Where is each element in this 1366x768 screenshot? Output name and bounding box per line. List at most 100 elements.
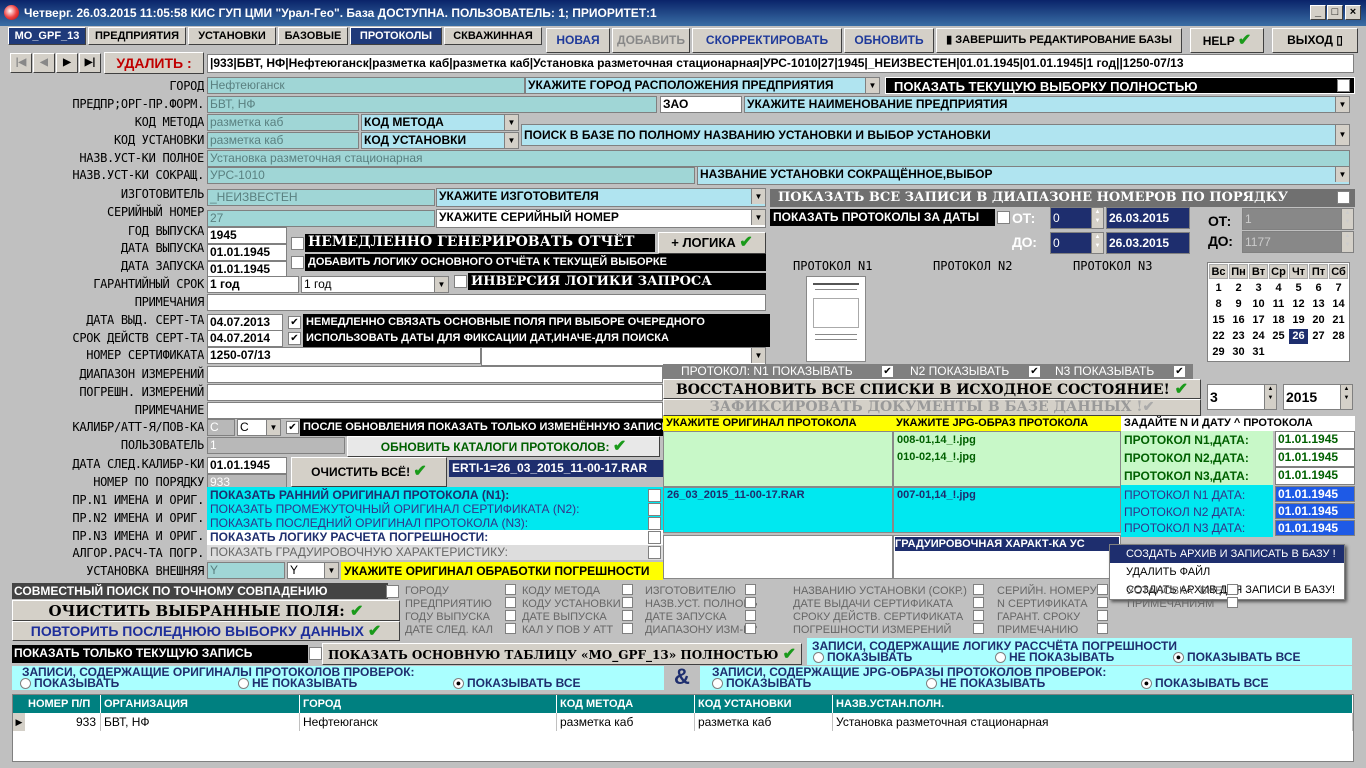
filter-checkbox[interactable] bbox=[622, 610, 633, 621]
maker-dropdown[interactable]: УКАЖИТЕ ИЗГОТОВИТЕЛЯ ▼ bbox=[436, 188, 766, 207]
row-selector-icon[interactable]: ▶ bbox=[13, 713, 25, 731]
show-n2-checkbox[interactable]: ✔ bbox=[1028, 365, 1041, 378]
show-all-checkbox[interactable] bbox=[1337, 79, 1350, 92]
calendar-date[interactable]: 1 bbox=[1209, 281, 1228, 296]
to-order-field[interactable]: 1177 ▲ ▼ bbox=[1242, 231, 1354, 253]
restore-lists-button[interactable]: ВОССТАНОВИТЬ ВСЕ СПИСКИ В ИСХОДНОЕ СОСТО… bbox=[663, 379, 1201, 399]
fix-docs-button[interactable]: ЗАФИКСИРОВАТЬ ДОКУМЕНТЫ В БАЗЕ ДАННЫХ !✔ bbox=[663, 399, 1201, 416]
release-date-field[interactable]: 01.01.1945 bbox=[207, 244, 287, 261]
calendar-date[interactable]: 20 bbox=[1309, 313, 1328, 328]
range-field[interactable] bbox=[207, 366, 663, 383]
orig-all-radio[interactable]: ● bbox=[453, 678, 464, 689]
tab-installations[interactable]: УСТАНОВКИ bbox=[188, 27, 276, 45]
calendar-date[interactable]: 12 bbox=[1289, 297, 1308, 312]
calendar-date[interactable]: 15 bbox=[1209, 313, 1228, 328]
jpg-file-3[interactable]: 007-01,14_!.jpg bbox=[897, 489, 976, 501]
show-logic-checkbox[interactable] bbox=[648, 531, 661, 544]
notes-field[interactable] bbox=[207, 294, 766, 311]
month-spinner[interactable]: 3 ▲ ▼ bbox=[1207, 384, 1277, 410]
grid-header[interactable]: КОД УСТАНОВКИ bbox=[695, 695, 833, 713]
delete-button[interactable]: УДАЛИТЬ : bbox=[104, 52, 204, 74]
filter-checkbox[interactable] bbox=[505, 584, 516, 595]
table-cell[interactable]: Нефтеюганск bbox=[300, 713, 557, 731]
maximize-button[interactable]: □ bbox=[1327, 5, 1343, 20]
jpg-noshow-radio[interactable] bbox=[926, 678, 937, 689]
to-number[interactable]: 0 ▲ ▼ bbox=[1050, 232, 1104, 254]
calendar-date[interactable]: 10 bbox=[1249, 297, 1268, 312]
calib-field[interactable]: С bbox=[207, 419, 235, 436]
filter-checkbox[interactable] bbox=[973, 610, 984, 621]
filter-checkbox[interactable] bbox=[1097, 610, 1108, 621]
logic-noshow-radio[interactable] bbox=[995, 652, 1006, 663]
tab-mo-gpf-13[interactable]: MO_GPF_13 bbox=[8, 27, 86, 45]
calendar-date[interactable]: 30 bbox=[1229, 345, 1248, 360]
calendar-date[interactable]: 9 bbox=[1229, 297, 1248, 312]
edit-button[interactable]: СКОРРЕКТИРОВАТЬ bbox=[692, 28, 842, 53]
link-checkbox[interactable]: ✔ bbox=[288, 316, 301, 329]
city-dropdown[interactable]: УКАЖИТЕ ГОРОД РАСПОЛОЖЕНИЯ ПРЕДПРИЯТИЯ ▼ bbox=[525, 77, 880, 94]
filter-checkbox[interactable] bbox=[1097, 597, 1108, 608]
p3-date-field[interactable]: 01.01.1945 bbox=[1275, 467, 1355, 485]
show-n3-checkbox[interactable]: ✔ bbox=[1173, 365, 1186, 378]
calendar-date[interactable]: 21 bbox=[1329, 313, 1348, 328]
cert-no-field[interactable]: 1250-07/13 bbox=[207, 347, 481, 364]
filter-checkbox[interactable] bbox=[622, 597, 633, 608]
next-calib-field[interactable]: 01.01.1945 bbox=[207, 457, 287, 474]
full-name-field[interactable]: Установка разметочная стационарная bbox=[207, 150, 1350, 167]
tab-protocols[interactable]: ПРОТОКОЛЫ bbox=[350, 27, 442, 45]
filter-checkbox[interactable] bbox=[1097, 584, 1108, 595]
filter-checkbox[interactable] bbox=[1097, 623, 1108, 634]
p3-date2-field[interactable]: 01.01.1945 bbox=[1275, 520, 1355, 536]
calendar-date[interactable]: 22 bbox=[1209, 329, 1228, 344]
calendar-date[interactable]: 31 bbox=[1249, 345, 1268, 360]
calendar-date[interactable]: 28 bbox=[1329, 329, 1348, 344]
calib-dropdown[interactable]: С ▼ bbox=[237, 419, 281, 436]
method-dropdown[interactable]: КОД МЕТОДА ▼ bbox=[361, 114, 519, 131]
help-button[interactable]: HELP ✔ bbox=[1190, 28, 1264, 53]
first-record-button[interactable]: |◀ bbox=[10, 53, 32, 73]
warranty-field[interactable]: 1 год bbox=[207, 276, 299, 293]
show-grad-checkbox[interactable] bbox=[648, 546, 661, 559]
external-field[interactable]: Y bbox=[207, 562, 285, 579]
orig-show-radio[interactable] bbox=[20, 678, 31, 689]
grid-header[interactable]: НОМЕР П/П bbox=[25, 695, 101, 713]
serial-dropdown[interactable]: УКАЖИТЕ СЕРИЙНЫЙ НОМЕР ▼ bbox=[436, 209, 766, 228]
calendar-date[interactable]: 27 bbox=[1309, 329, 1328, 344]
from-order-field[interactable]: 1 ▲ ▼ bbox=[1242, 208, 1354, 230]
table-cell[interactable]: разметка каб bbox=[557, 713, 695, 731]
short-name-field[interactable]: УРС-1010 bbox=[207, 167, 695, 184]
repeat-selection-button[interactable]: ПОВТОРИТЬ ПОСЛЕДНЮЮ ВЫБОРКУ ДАННЫХ ✔ bbox=[12, 621, 400, 641]
filter-checkbox[interactable] bbox=[745, 610, 756, 621]
show-last-checkbox[interactable] bbox=[648, 517, 661, 530]
orig-list-3[interactable] bbox=[663, 535, 893, 579]
current-only-checkbox[interactable] bbox=[309, 647, 322, 660]
orig-noshow-radio[interactable] bbox=[238, 678, 249, 689]
prev-record-button[interactable]: ◀ bbox=[33, 53, 55, 73]
filter-checkbox[interactable] bbox=[622, 584, 633, 595]
cert-valid-field[interactable]: 04.07.2014 bbox=[207, 330, 283, 347]
error-field[interactable] bbox=[207, 384, 663, 401]
filter-checkbox[interactable] bbox=[973, 597, 984, 608]
org-form-field[interactable]: ЗАО bbox=[660, 96, 742, 113]
filter-checkbox[interactable] bbox=[745, 623, 756, 634]
logic-show-radio[interactable] bbox=[813, 652, 824, 663]
filter-checkbox[interactable] bbox=[973, 584, 984, 595]
last-record-button[interactable]: ▶| bbox=[79, 53, 101, 73]
table-cell[interactable]: Установка разметочная стационарная bbox=[833, 713, 1353, 731]
calendar-date[interactable]: 11 bbox=[1269, 297, 1288, 312]
close-button[interactable]: × bbox=[1345, 5, 1361, 20]
gen-report-checkbox[interactable] bbox=[291, 237, 304, 250]
p1-date-field[interactable]: 01.01.1945 bbox=[1275, 431, 1355, 449]
show-dates-checkbox[interactable] bbox=[997, 211, 1010, 224]
show-mid-checkbox[interactable] bbox=[648, 503, 661, 516]
short-name-dropdown[interactable]: НАЗВАНИЕ УСТАНОВКИ СОКРАЩЁННОЕ,ВЫБОР ▼ bbox=[697, 166, 1350, 185]
org-field[interactable]: БВТ, НФ bbox=[207, 96, 657, 113]
to-date[interactable]: 26.03.2015 bbox=[1106, 232, 1190, 254]
orig-list-1[interactable] bbox=[663, 431, 893, 487]
external-dropdown[interactable]: Y ▼ bbox=[287, 562, 339, 579]
jpg-file-2[interactable]: 010-02,14_!.jpg bbox=[897, 451, 976, 463]
table-cell[interactable]: разметка каб bbox=[695, 713, 833, 731]
table-cell[interactable]: 933 bbox=[25, 713, 101, 731]
filter-checkbox[interactable] bbox=[1227, 597, 1238, 608]
from-number[interactable]: 0 ▲ ▼ bbox=[1050, 207, 1104, 229]
